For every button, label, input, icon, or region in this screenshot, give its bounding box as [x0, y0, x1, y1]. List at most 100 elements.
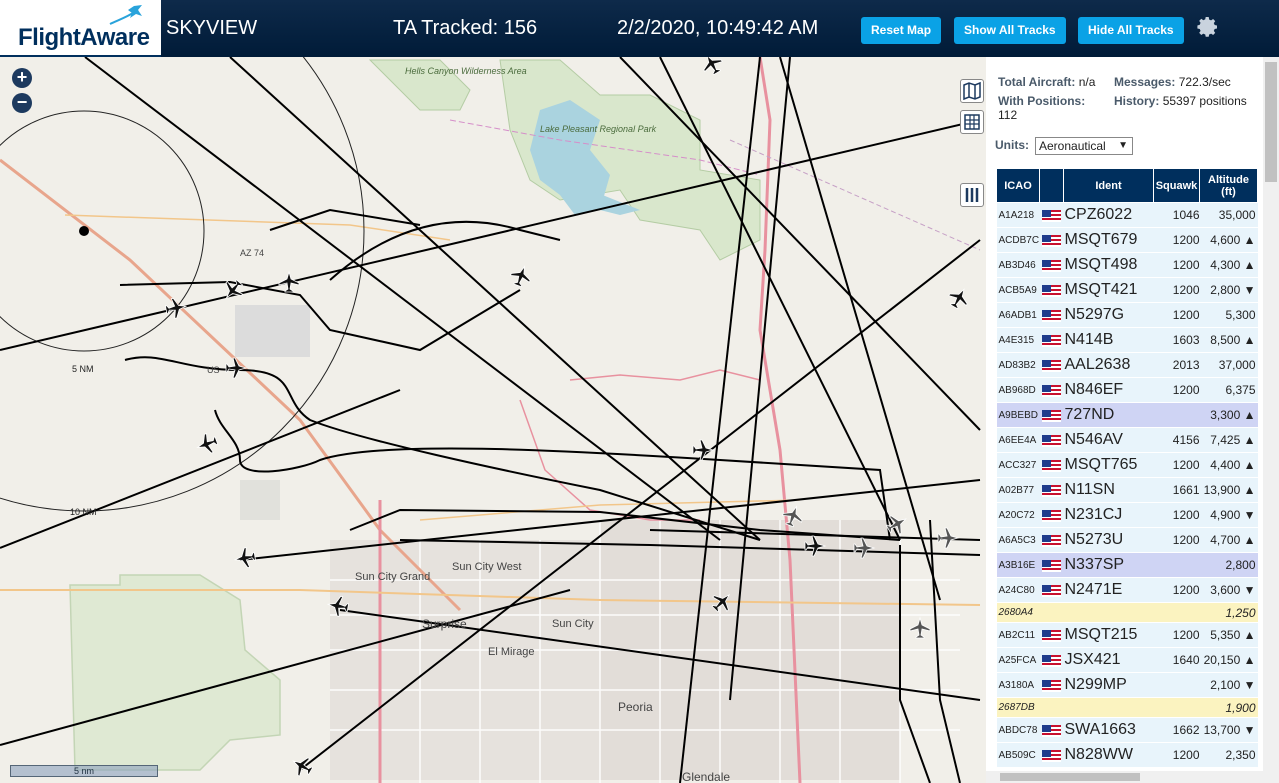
ident-cell: N299MP	[1063, 672, 1154, 698]
squawk-cell: 1200	[1153, 227, 1200, 253]
aircraft-table: ICAO Ident Squawk Altitude (ft) A1A218 CP…	[996, 168, 1258, 768]
altitude-cell: 4,900 ▼	[1199, 502, 1258, 528]
reset-map-button[interactable]: Reset Map	[861, 17, 942, 44]
us-flag-icon	[1042, 584, 1061, 597]
icao-cell: A3180A	[996, 672, 1040, 698]
icao-cell: A3B16E	[996, 552, 1040, 578]
col-altitude[interactable]: Altitude (ft)	[1199, 168, 1258, 203]
label-us: US	[207, 365, 220, 375]
col-squawk[interactable]: Squawk	[1153, 168, 1200, 203]
current-datetime: 2/2/2020, 10:49:42 AM	[617, 17, 819, 39]
flag-cell	[1039, 577, 1064, 603]
table-row[interactable]: A20C72 N231CJ 1200 4,900 ▼	[996, 502, 1258, 528]
icao-cell: 2687DB	[996, 697, 1040, 718]
ident-cell: SWA1663	[1063, 717, 1154, 743]
icao-cell: A1A218	[996, 202, 1040, 228]
altitude-cell: 4,600 ▲	[1199, 227, 1258, 253]
table-row[interactable]: A3180A N299MP 2,100 ▼	[996, 672, 1258, 698]
map-view[interactable]: Hells Canyon Wilderness Area Lake Pleasa…	[0, 57, 986, 783]
with-positions-stat: With Positions: 112	[998, 94, 1086, 122]
col-flag[interactable]	[1039, 168, 1064, 203]
table-row[interactable]: AB968D N846EF 1200 6,375	[996, 377, 1258, 403]
altitude-cell: 2,800 ▼	[1199, 277, 1258, 303]
us-flag-icon	[1042, 509, 1061, 522]
ident-cell: MSQT421	[1063, 277, 1154, 303]
table-row[interactable]: A25FCA JSX421 1640 20,150 ▲	[996, 647, 1258, 673]
table-row[interactable]: A6EE4A N546AV 4156 7,425 ▲	[996, 427, 1258, 453]
total-aircraft-stat: Total Aircraft: n/a	[998, 75, 1096, 89]
flag-cell	[1039, 327, 1064, 353]
vertical-scrollbar[interactable]	[1263, 57, 1279, 783]
table-row[interactable]: A6ADB1 N5297G 1200 5,300	[996, 302, 1258, 328]
map-canvas[interactable]: Hells Canyon Wilderness Area Lake Pleasa…	[0, 57, 986, 783]
aircraft-panel: Total Aircraft: n/a With Positions: 112 M…	[986, 57, 1279, 783]
table-row[interactable]: AD83B2 AAL2638 2013 37,000	[996, 352, 1258, 378]
hscrollbar-thumb[interactable]	[1000, 773, 1140, 781]
icao-cell: ACB5A9	[996, 277, 1040, 303]
ident-cell: MSQT498	[1063, 252, 1154, 278]
table-row[interactable]: A9BEBD 727ND 3,300 ▲	[996, 402, 1258, 428]
altitude-cell: 2,350	[1199, 742, 1258, 768]
col-icao[interactable]: ICAO	[996, 168, 1040, 203]
messages-stat: Messages: 722.3/sec	[1114, 75, 1231, 89]
altitude-cell: 3,300 ▲	[1199, 402, 1258, 428]
squawk-cell: 4156	[1153, 427, 1200, 453]
table-row[interactable]: 2680A4 1,250	[996, 602, 1258, 623]
us-flag-icon	[1042, 384, 1061, 397]
icao-cell: AB968D	[996, 377, 1040, 403]
us-flag-icon	[1042, 749, 1061, 762]
table-row[interactable]: A1A218 CPZ6022 1046 35,000	[996, 202, 1258, 228]
units-label: Units:	[995, 138, 1029, 152]
table-row[interactable]: AB3D46 MSQT498 1200 4,300 ▲	[996, 252, 1258, 278]
squawk-cell	[1153, 697, 1200, 718]
zoom-out-button[interactable]: −	[12, 93, 32, 113]
hide-all-tracks-button[interactable]: Hide All Tracks	[1078, 17, 1184, 44]
table-row[interactable]: 2687DB 1,900	[996, 697, 1258, 718]
table-row[interactable]: ACB5A9 MSQT421 1200 2,800 ▼	[996, 277, 1258, 303]
table-row[interactable]: ABDC78 SWA1663 1662 13,700 ▼	[996, 717, 1258, 743]
scrollbar-thumb[interactable]	[1265, 62, 1277, 182]
altitude-cell: 2,800	[1199, 552, 1258, 578]
table-row[interactable]: A6A5C3 N5273U 1200 4,700 ▲	[996, 527, 1258, 553]
flag-cell	[1039, 527, 1064, 553]
map-layers-icon[interactable]	[960, 79, 984, 103]
table-row[interactable]: ACDB7C MSQT679 1200 4,600 ▲	[996, 227, 1258, 253]
ident-cell	[1063, 697, 1154, 718]
us-flag-icon	[1042, 629, 1061, 642]
squawk-cell: 1200	[1153, 577, 1200, 603]
table-row[interactable]: AB509C N828WW 1200 2,350	[996, 742, 1258, 768]
label-sun-city-grand: Sun City Grand	[355, 571, 430, 583]
flag-cell	[1039, 277, 1064, 303]
grid-icon[interactable]	[960, 110, 984, 134]
altitude-cell: 8,500 ▲	[1199, 327, 1258, 353]
columns-icon[interactable]	[960, 183, 984, 207]
label-10nm: 10 NM	[70, 507, 97, 517]
table-row[interactable]: AB2C11 MSQT215 1200 5,350 ▲	[996, 622, 1258, 648]
icao-cell: ACDB7C	[996, 227, 1040, 253]
table-row[interactable]: A02B77 N11SN 1661 13,900 ▲	[996, 477, 1258, 503]
icao-cell: A25FCA	[996, 647, 1040, 673]
table-row[interactable]: A4E315 N414B 1603 8,500 ▲	[996, 327, 1258, 353]
flightaware-logo[interactable]: FlightAware	[0, 0, 161, 57]
units-select[interactable]: Aeronautical ▼	[1035, 137, 1133, 155]
squawk-cell: 2013	[1153, 352, 1200, 378]
ident-cell: N231CJ	[1063, 502, 1154, 528]
units-value: Aeronautical	[1039, 139, 1106, 153]
flag-cell	[1039, 672, 1064, 698]
ident-cell: N546AV	[1063, 427, 1154, 453]
table-row[interactable]: A3B16E N337SP 2,800	[996, 552, 1258, 578]
zoom-in-button[interactable]: +	[12, 68, 32, 88]
ident-cell	[1063, 602, 1154, 623]
table-header-row: ICAO Ident Squawk Altitude (ft)	[996, 168, 1258, 203]
icao-cell: A02B77	[996, 477, 1040, 503]
us-flag-icon	[1042, 209, 1061, 222]
horizontal-scrollbar[interactable]	[986, 771, 1263, 783]
gear-icon[interactable]	[1196, 15, 1220, 39]
col-ident[interactable]: Ident	[1063, 168, 1154, 203]
altitude-cell: 7,425 ▲	[1199, 427, 1258, 453]
squawk-cell: 1046	[1153, 202, 1200, 228]
altitude-cell: 13,700 ▼	[1199, 717, 1258, 743]
show-all-tracks-button[interactable]: Show All Tracks	[954, 17, 1066, 44]
table-row[interactable]: A24C80 N2471E 1200 3,600 ▼	[996, 577, 1258, 603]
table-row[interactable]: ACC327 MSQT765 1200 4,400 ▲	[996, 452, 1258, 478]
